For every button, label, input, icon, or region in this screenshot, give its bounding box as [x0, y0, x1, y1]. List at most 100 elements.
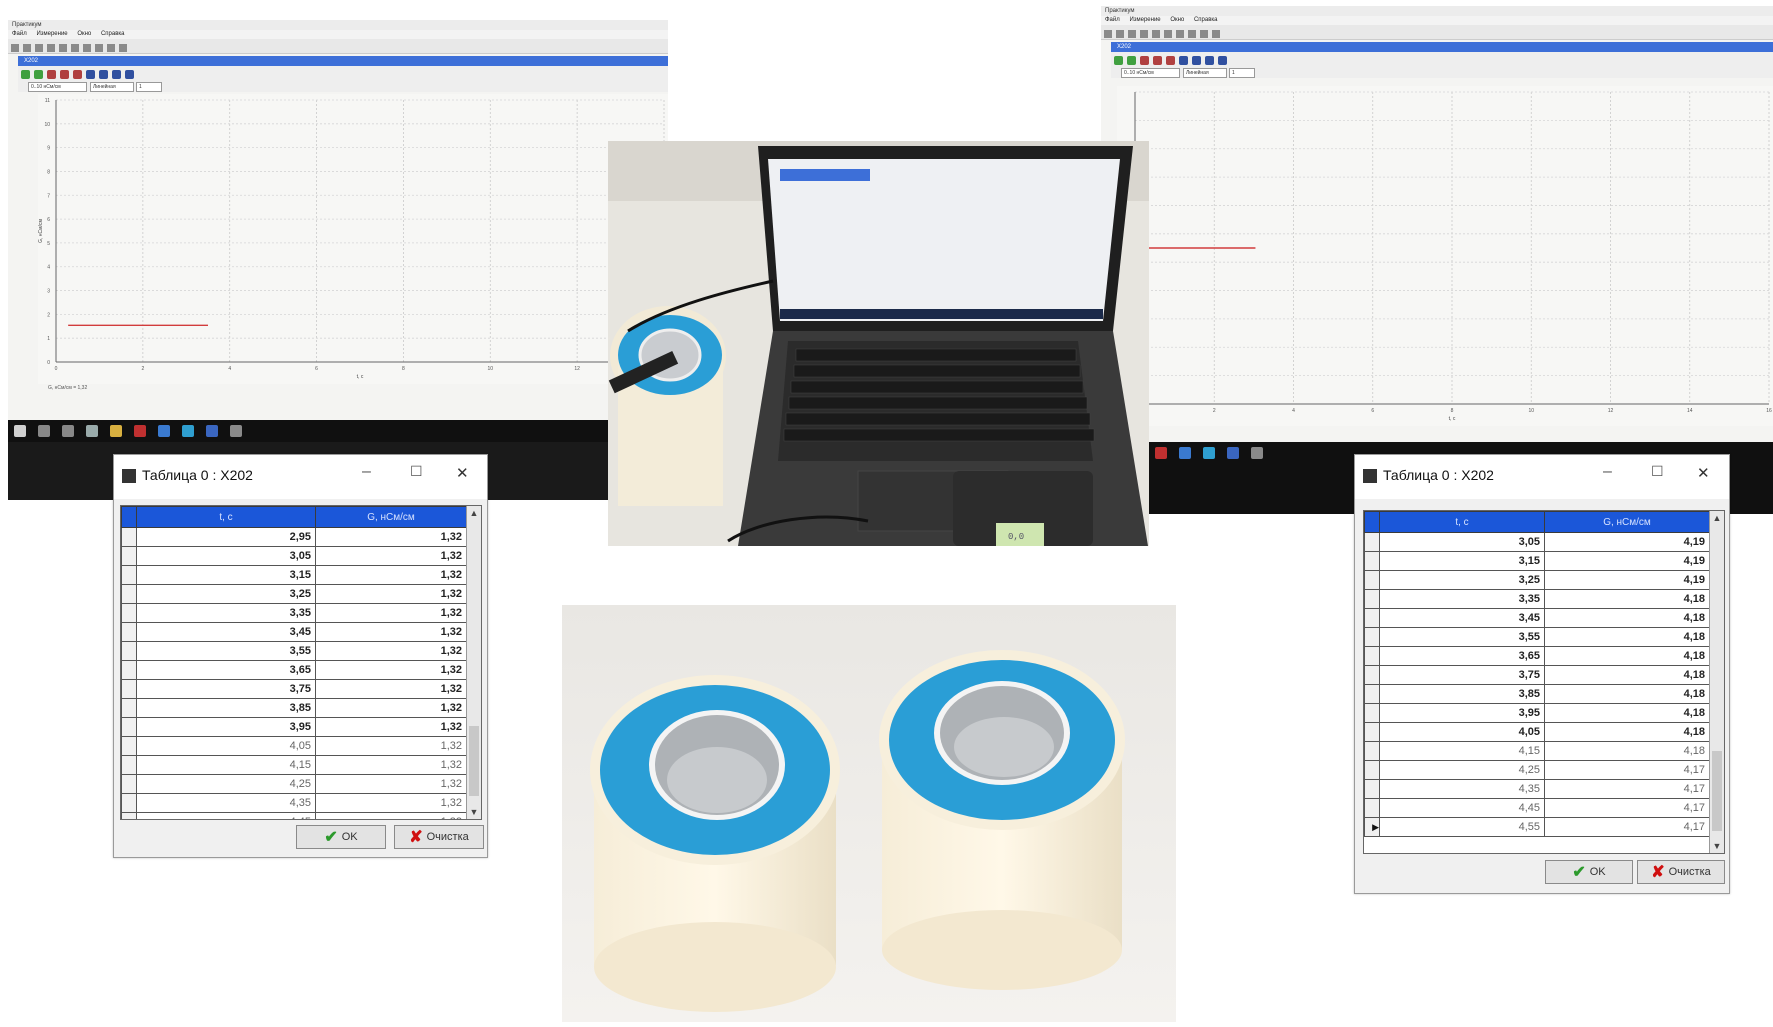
cell-g[interactable]: 4,19 — [1544, 551, 1710, 571]
cell-t[interactable]: 3,75 — [1379, 665, 1545, 685]
row-selector[interactable] — [121, 755, 137, 775]
table-row[interactable]: 4,05 1,32 — [121, 736, 467, 756]
cell-g[interactable]: 4,18 — [1544, 608, 1710, 628]
cell-t[interactable]: 3,65 — [136, 660, 316, 680]
table-row[interactable]: 4,15 1,32 — [121, 755, 467, 775]
app-icon[interactable] — [1155, 447, 1167, 459]
toolbar-icon[interactable] — [23, 44, 31, 52]
cell-t[interactable]: 3,45 — [1379, 608, 1545, 628]
app-icon[interactable] — [206, 425, 218, 437]
range-select[interactable]: 0..10 нСм/см — [1121, 68, 1180, 78]
toolbar-icon[interactable] — [1116, 30, 1124, 38]
row-selector[interactable] — [121, 603, 137, 623]
table-row[interactable]: 3,95 1,32 — [121, 717, 467, 737]
cell-g[interactable]: 4,18 — [1544, 722, 1710, 742]
row-selector[interactable] — [1364, 760, 1380, 780]
store-bag-icon[interactable] — [1179, 447, 1191, 459]
table-row[interactable]: ▶ 4,55 4,17 — [1364, 817, 1710, 837]
row-selector[interactable] — [121, 622, 137, 642]
cell-g[interactable]: 1,32 — [315, 565, 467, 585]
table-row[interactable]: 4,25 1,32 — [121, 774, 467, 794]
task-view-icon[interactable] — [62, 425, 74, 437]
table-row[interactable]: 3,35 4,18 — [1364, 589, 1710, 609]
row-selector[interactable] — [1364, 646, 1380, 666]
cell-t[interactable]: 2,95 — [136, 527, 316, 547]
row-selector[interactable] — [121, 527, 137, 547]
table-row[interactable]: 3,45 4,18 — [1364, 608, 1710, 628]
table-row[interactable]: 3,65 4,18 — [1364, 646, 1710, 666]
row-selector[interactable] — [121, 717, 137, 737]
cell-g[interactable]: 1,32 — [315, 527, 467, 547]
row-selector[interactable] — [1364, 608, 1380, 628]
minimize-icon[interactable]: – — [362, 463, 371, 481]
toolbar-icon[interactable] — [1212, 30, 1220, 38]
cell-g[interactable]: 4,17 — [1544, 779, 1710, 799]
table-row[interactable]: 3,55 1,32 — [121, 641, 467, 661]
table-icon[interactable] — [34, 70, 43, 79]
maximize-icon[interactable]: ☐ — [1651, 463, 1664, 480]
x-icon[interactable] — [99, 70, 108, 79]
clear-button[interactable]: ✘ Очистка — [1637, 860, 1725, 884]
cell-t[interactable]: 4,25 — [136, 774, 316, 794]
cell-t[interactable]: 3,05 — [136, 546, 316, 566]
data-grid[interactable]: t, c G, нСм/см 3,05 4,19 3,15 4,19 3,25 4,19 3… — [1363, 510, 1725, 854]
table-row[interactable]: 3,25 1,32 — [121, 584, 467, 604]
scroll-up-icon[interactable]: ▲ — [1710, 513, 1724, 523]
edge-icon[interactable] — [1203, 447, 1215, 459]
grid-icon[interactable] — [21, 70, 30, 79]
y-scale-icon[interactable] — [1153, 56, 1162, 65]
row-selector[interactable] — [121, 660, 137, 680]
row-selector[interactable] — [1364, 570, 1380, 590]
stop-icon[interactable] — [47, 70, 56, 79]
cell-t[interactable]: 3,65 — [1379, 646, 1545, 666]
table-row[interactable]: 3,35 1,32 — [121, 603, 467, 623]
row-selector[interactable] — [1364, 627, 1380, 647]
range-select[interactable]: 0..10 нСм/см — [28, 82, 87, 92]
grid-icon[interactable] — [1114, 56, 1123, 65]
table-row[interactable]: 4,15 4,18 — [1364, 741, 1710, 761]
cell-t[interactable]: 3,45 — [136, 622, 316, 642]
scale-select[interactable]: Линейная — [90, 82, 134, 92]
row-selector[interactable] — [121, 641, 137, 661]
cell-t[interactable]: 3,35 — [1379, 589, 1545, 609]
menu-help[interactable]: Справка — [1194, 17, 1218, 23]
toolbar-icon[interactable] — [11, 44, 19, 52]
column-header-g[interactable]: G, нСм/см — [1544, 511, 1710, 533]
toolbar-icon[interactable] — [1164, 30, 1172, 38]
toolbar-icon[interactable] — [83, 44, 91, 52]
ok-button[interactable]: ✔ OK — [296, 825, 386, 849]
toolbar-icon[interactable] — [1152, 30, 1160, 38]
factor-input[interactable]: 1 — [136, 82, 162, 92]
row-selector[interactable]: ▶ — [1364, 817, 1380, 837]
cell-t[interactable]: 3,55 — [136, 641, 316, 661]
vertical-scrollbar[interactable]: ▲ ▼ — [466, 506, 481, 819]
cell-g[interactable]: 4,18 — [1544, 589, 1710, 609]
cell-g[interactable]: 4,18 — [1544, 627, 1710, 647]
menu-file[interactable]: Файл — [1105, 17, 1120, 23]
factor-input[interactable]: 1 — [1229, 68, 1255, 78]
cell-g[interactable]: 1,32 — [315, 774, 467, 794]
cell-t[interactable]: 3,35 — [136, 603, 316, 623]
menu-measure[interactable]: Измерение — [1129, 17, 1160, 23]
row-selector[interactable] — [1364, 722, 1380, 742]
store-icon[interactable] — [86, 425, 98, 437]
folder-icon[interactable] — [110, 425, 122, 437]
search-icon[interactable] — [38, 425, 50, 437]
scroll-down-icon[interactable]: ▼ — [467, 807, 481, 817]
column-header-t[interactable]: t, c — [1379, 511, 1545, 533]
cell-t[interactable]: 4,45 — [1379, 798, 1545, 818]
cell-g[interactable]: 1,32 — [315, 546, 467, 566]
store-bag-icon[interactable] — [158, 425, 170, 437]
cell-t[interactable]: 3,85 — [1379, 684, 1545, 704]
y-scale-icon[interactable] — [60, 70, 69, 79]
row-selector[interactable] — [121, 565, 137, 585]
cell-t[interactable]: 3,55 — [1379, 627, 1545, 647]
table-row[interactable]: 3,05 1,32 — [121, 546, 467, 566]
row-selector[interactable] — [1364, 798, 1380, 818]
toolbar-icon[interactable] — [71, 44, 79, 52]
cell-t[interactable]: 4,15 — [136, 755, 316, 775]
app-icon[interactable] — [1251, 447, 1263, 459]
scroll-thumb[interactable] — [1712, 751, 1722, 831]
table-row[interactable]: 3,85 1,32 — [121, 698, 467, 718]
row-selector[interactable]: ▶ — [121, 812, 137, 819]
